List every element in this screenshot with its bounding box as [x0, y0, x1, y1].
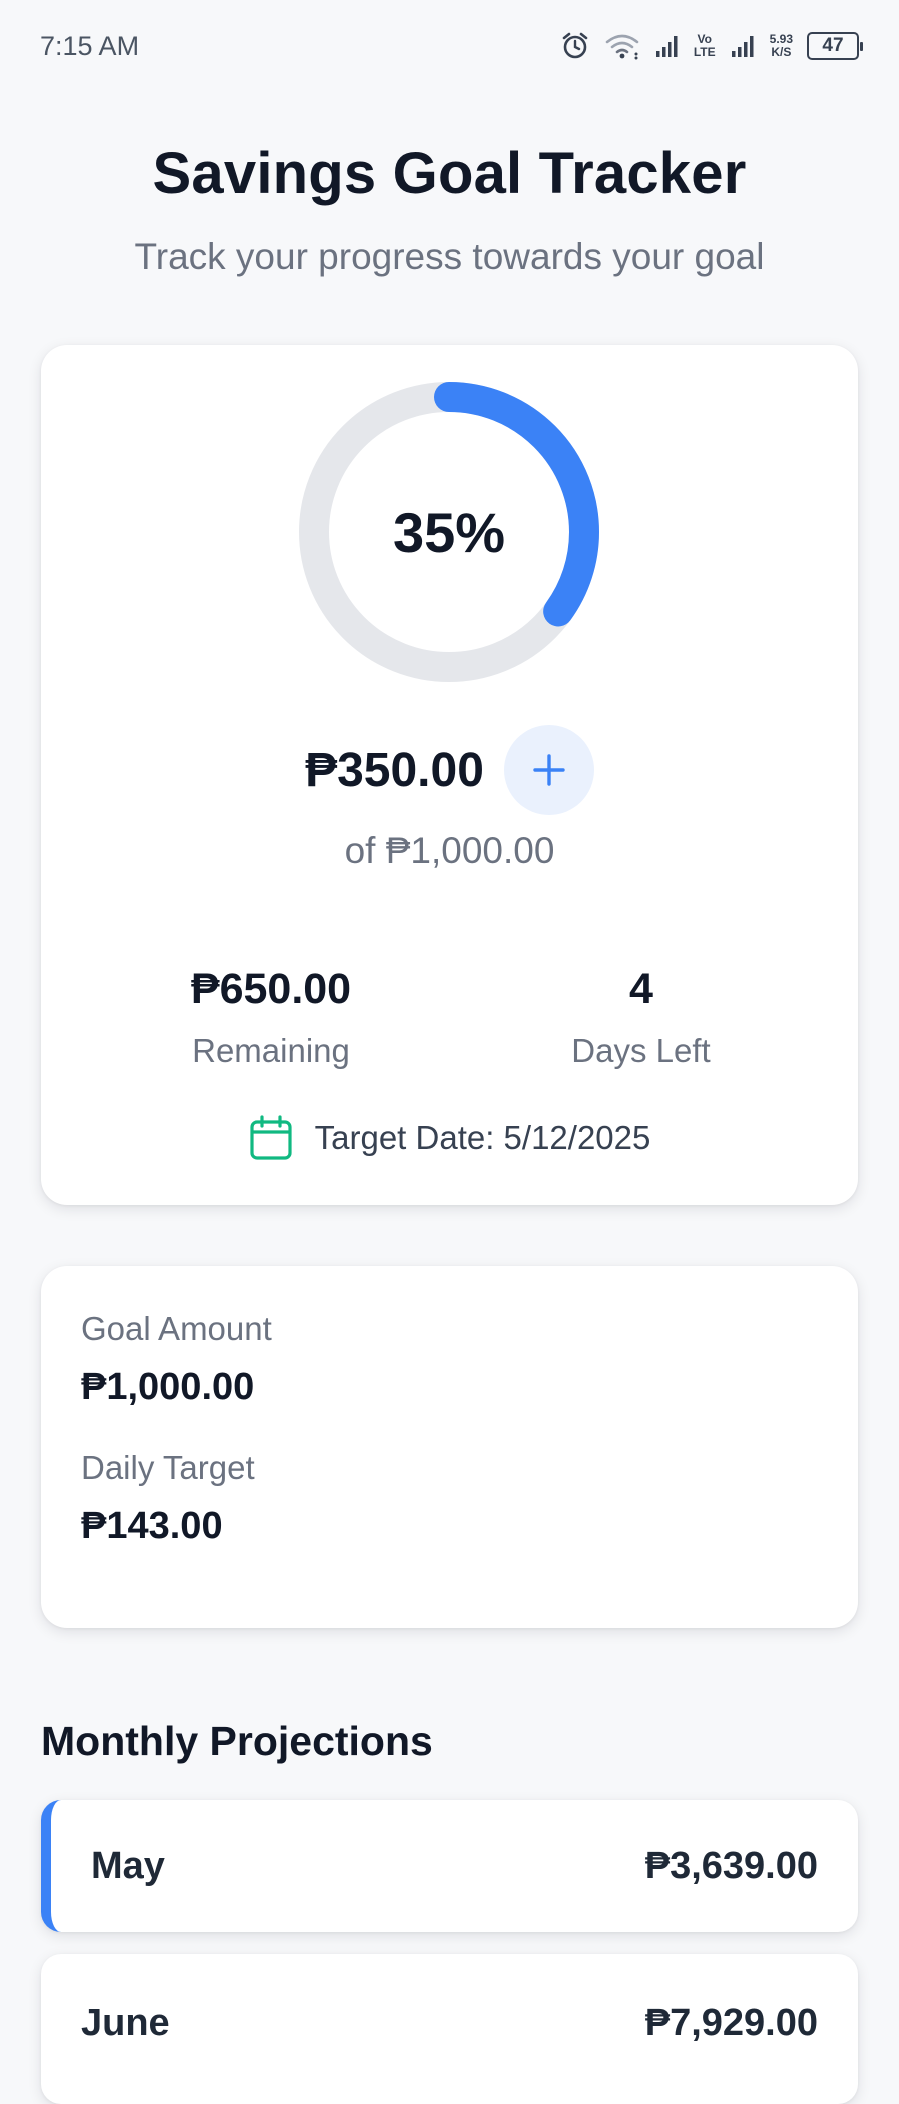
target-date-text: Target Date: 5/12/2025 — [314, 1119, 651, 1156]
add-savings-button[interactable] — [503, 725, 594, 815]
days-left-label: Days Left — [571, 1032, 711, 1069]
days-left-stat: 4 Days Left — [491, 965, 791, 1070]
calendar-icon — [250, 1115, 292, 1160]
volte-icon: Vo LTE — [693, 32, 716, 59]
page-subtitle: Track your progress towards your goal — [134, 236, 765, 277]
status-icons: Vo LTE 5.93 K/S 47 — [560, 31, 863, 61]
progress-card: 35% ₱350.00 of ₱1,000.00 ₱650.00 Remaini… — [41, 345, 858, 1205]
battery-icon: 47 — [807, 32, 863, 60]
section-title-projections: Monthly Projections — [41, 1718, 433, 1764]
saved-amount: ₱350.00 — [305, 743, 484, 797]
daily-target-label: Daily Target — [81, 1449, 255, 1486]
target-date: Target Date: 5/12/2025 — [41, 1115, 858, 1161]
goal-amount-block: Goal Amount ₱1,000.00 — [81, 1310, 818, 1409]
goal-info-card: Goal Amount ₱1,000.00 Daily Target ₱143.… — [41, 1266, 858, 1628]
goal-amount-line: of ₱1,000.00 — [344, 830, 555, 871]
goal-amount-value: ₱1,000.00 — [81, 1366, 255, 1408]
remaining-value: ₱650.00 — [190, 965, 352, 1013]
signal-icon — [730, 33, 756, 59]
remaining-stat: ₱650.00 Remaining — [121, 965, 421, 1070]
projection-amount: ₱3,639.00 — [644, 1844, 818, 1887]
saved-row: ₱350.00 — [41, 725, 858, 815]
projection-item-may[interactable]: May ₱3,639.00 — [41, 1800, 858, 1932]
status-bar: 7:15 AM Vo LTE 5.93 K/S 47 — [0, 0, 899, 92]
projection-amount: ₱7,929.00 — [644, 2002, 818, 2044]
remaining-label: Remaining — [192, 1032, 350, 1069]
progress-ring: 35% — [299, 382, 599, 682]
projection-month: June — [81, 2002, 170, 2044]
signal-icon — [654, 33, 680, 59]
goal-amount-label: Goal Amount — [81, 1310, 272, 1347]
alarm-icon — [560, 31, 590, 61]
status-time: 7:15 AM — [40, 30, 140, 61]
daily-target-block: Daily Target ₱143.00 — [81, 1449, 818, 1548]
progress-percent: 35% — [392, 500, 506, 564]
projection-month: May — [91, 1844, 165, 1887]
daily-target-value: ₱143.00 — [81, 1505, 223, 1547]
network-speed: 5.93 K/S — [769, 32, 793, 59]
wifi-icon — [604, 32, 640, 60]
plus-icon — [533, 754, 565, 786]
days-left-value: 4 — [629, 965, 653, 1013]
page-title: Savings Goal Tracker — [152, 141, 747, 206]
projection-item-june[interactable]: June ₱7,929.00 — [41, 1954, 858, 2104]
